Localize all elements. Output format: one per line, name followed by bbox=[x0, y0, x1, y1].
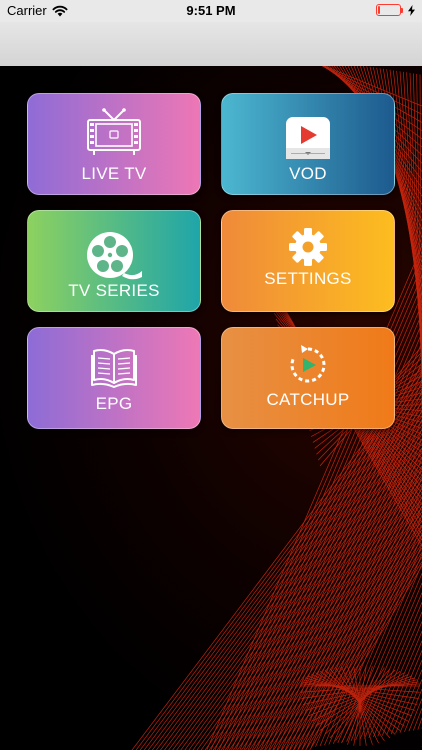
play-screen-icon bbox=[222, 116, 394, 160]
bolt-icon bbox=[408, 4, 415, 16]
film-reel-icon bbox=[28, 229, 200, 281]
gear-icon bbox=[222, 227, 394, 267]
open-book-icon bbox=[28, 346, 200, 388]
epg-label: EPG bbox=[95, 394, 133, 413]
home-screen: LIVE TV VOD TV SERIES SETTINGS EPG CATCH… bbox=[0, 66, 422, 750]
status-right bbox=[376, 4, 415, 16]
settings-button[interactable]: SETTINGS bbox=[221, 210, 395, 312]
epg-button[interactable]: EPG bbox=[27, 327, 201, 429]
live-tv-button[interactable]: LIVE TV bbox=[27, 93, 201, 195]
catchup-label: CATCHUP bbox=[266, 390, 350, 409]
replay-icon bbox=[222, 345, 394, 385]
catchup-button[interactable]: CATCHUP bbox=[221, 327, 395, 429]
battery-icon bbox=[376, 4, 403, 16]
settings-label: SETTINGS bbox=[264, 269, 352, 288]
tv-antenna-icon bbox=[28, 108, 200, 156]
battery-level bbox=[378, 6, 380, 14]
status-time: 9:51 PM bbox=[186, 3, 236, 18]
vod-button[interactable]: VOD bbox=[221, 93, 395, 195]
live-tv-label: LIVE TV bbox=[81, 164, 147, 183]
tv-series-button[interactable]: TV SERIES bbox=[27, 210, 201, 312]
navigation-bar bbox=[0, 22, 422, 66]
tv-series-label: TV SERIES bbox=[68, 281, 160, 300]
status-bar: Carrier 9:51 PM bbox=[0, 0, 422, 22]
vod-label: VOD bbox=[289, 164, 327, 183]
